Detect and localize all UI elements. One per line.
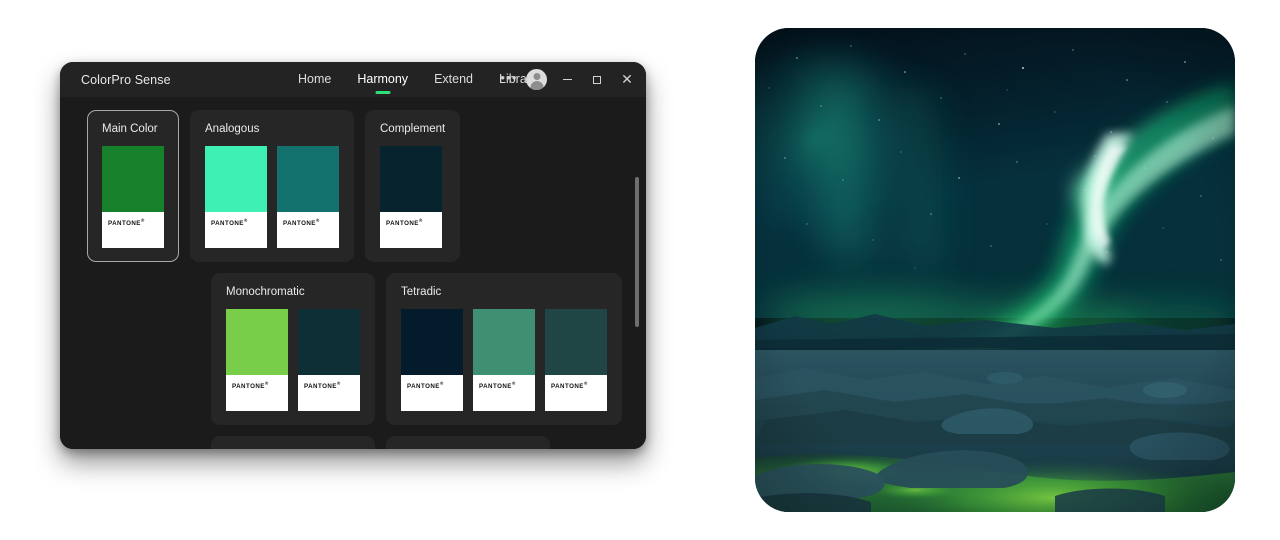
swatch-pantone-label: PANTONE®	[205, 212, 267, 248]
maximize-icon[interactable]	[582, 62, 612, 97]
swatch-color-chip	[205, 146, 267, 212]
swatch-pantone-label: PANTONE®	[473, 375, 535, 411]
card-title: Complement	[380, 123, 446, 135]
harmony-card-list: Main Color PANTONE® Analogous PANTONE® P…	[60, 97, 646, 449]
color-swatch[interactable]: PANTONE®	[277, 146, 339, 248]
harmony-card-tetradic-2[interactable]: Tetradic	[211, 436, 375, 449]
color-swatch[interactable]: PANTONE®	[102, 146, 164, 248]
swatch-color-chip	[473, 309, 535, 375]
harmony-content-area: Main Color PANTONE® Analogous PANTONE® P…	[60, 97, 646, 449]
swatch-pantone-label: PANTONE®	[102, 212, 164, 248]
color-swatch[interactable]: PANTONE®	[205, 146, 267, 248]
minimize-icon[interactable]	[552, 62, 582, 97]
tab-extend[interactable]: Extend	[432, 63, 475, 96]
card-title: Analogous	[205, 123, 260, 135]
harmony-card-monochromatic[interactable]: Monochromatic PANTONE® PANTONE®	[211, 273, 375, 425]
tab-extend-label: Extend	[434, 72, 473, 86]
color-swatch[interactable]: PANTONE®	[545, 309, 607, 411]
app-title: ColorPro Sense	[81, 72, 171, 87]
card-row: Monochromatic PANTONE® PANTONE® Tetradic…	[211, 273, 646, 425]
harmony-card-analogous[interactable]: Analogous PANTONE® PANTONE®	[190, 110, 354, 262]
window-controls: ••• ✕	[494, 62, 646, 97]
harmony-card-complement[interactable]: Complement PANTONE®	[365, 110, 461, 262]
title-bar: ColorPro Sense Home Harmony Extend Libra…	[60, 62, 646, 97]
swatch-pantone-label: PANTONE®	[380, 212, 442, 248]
card-title: Monochromatic	[226, 286, 305, 298]
harmony-card-main-color[interactable]: Main Color PANTONE®	[87, 110, 179, 262]
swatch-color-chip	[545, 309, 607, 375]
tab-harmony-label: Harmony	[357, 72, 409, 86]
tab-home[interactable]: Home	[296, 63, 333, 96]
swatch-row: PANTONE®	[380, 146, 445, 248]
tab-home-label: Home	[298, 72, 332, 86]
aurora-photo	[755, 28, 1235, 512]
card-title: Main Color	[102, 123, 158, 135]
swatch-color-chip	[401, 309, 463, 375]
swatch-color-chip	[102, 146, 164, 212]
avatar[interactable]	[526, 69, 547, 90]
swatch-row: PANTONE® PANTONE®	[205, 146, 339, 248]
colorpro-sense-window: ColorPro Sense Home Harmony Extend Libra…	[60, 62, 646, 449]
swatch-pantone-label: PANTONE®	[545, 375, 607, 411]
swatch-row: PANTONE® PANTONE® PANTONE®	[401, 309, 607, 411]
color-swatch[interactable]: PANTONE®	[380, 146, 442, 248]
swatch-pantone-label: PANTONE®	[401, 375, 463, 411]
tab-harmony[interactable]: Harmony	[355, 63, 410, 96]
color-swatch[interactable]: PANTONE®	[473, 309, 535, 411]
aurora-photo-svg	[755, 28, 1235, 512]
active-tab-indicator	[375, 91, 391, 94]
scrollbar[interactable]	[635, 103, 639, 443]
card-title: Tetradic	[401, 286, 442, 298]
screenshot-canvas: ColorPro Sense Home Harmony Extend Libra…	[0, 0, 1280, 540]
swatch-color-chip	[298, 309, 360, 375]
overflow-menu-icon[interactable]: •••	[494, 62, 524, 100]
color-swatch[interactable]: PANTONE®	[298, 309, 360, 411]
swatch-row: PANTONE® PANTONE®	[226, 309, 360, 411]
harmony-card-split-complementary[interactable]: Split-complementary	[386, 436, 550, 449]
color-swatch[interactable]: PANTONE®	[226, 309, 288, 411]
harmony-card-tetradic-1[interactable]: Tetradic PANTONE® PANTONE® PANTONE®	[386, 273, 622, 425]
scrollbar-thumb[interactable]	[635, 177, 639, 327]
swatch-color-chip	[226, 309, 288, 375]
swatch-color-chip	[277, 146, 339, 212]
swatch-row: PANTONE®	[102, 146, 164, 248]
card-row: Tetradic Split-complementary	[211, 436, 646, 449]
swatch-pantone-label: PANTONE®	[277, 212, 339, 248]
color-swatch[interactable]: PANTONE®	[401, 309, 463, 411]
close-icon[interactable]: ✕	[612, 62, 646, 97]
swatch-pantone-label: PANTONE®	[226, 375, 288, 411]
swatch-color-chip	[380, 146, 442, 212]
card-row: Main Color PANTONE® Analogous PANTONE® P…	[87, 110, 646, 262]
swatch-pantone-label: PANTONE®	[298, 375, 360, 411]
